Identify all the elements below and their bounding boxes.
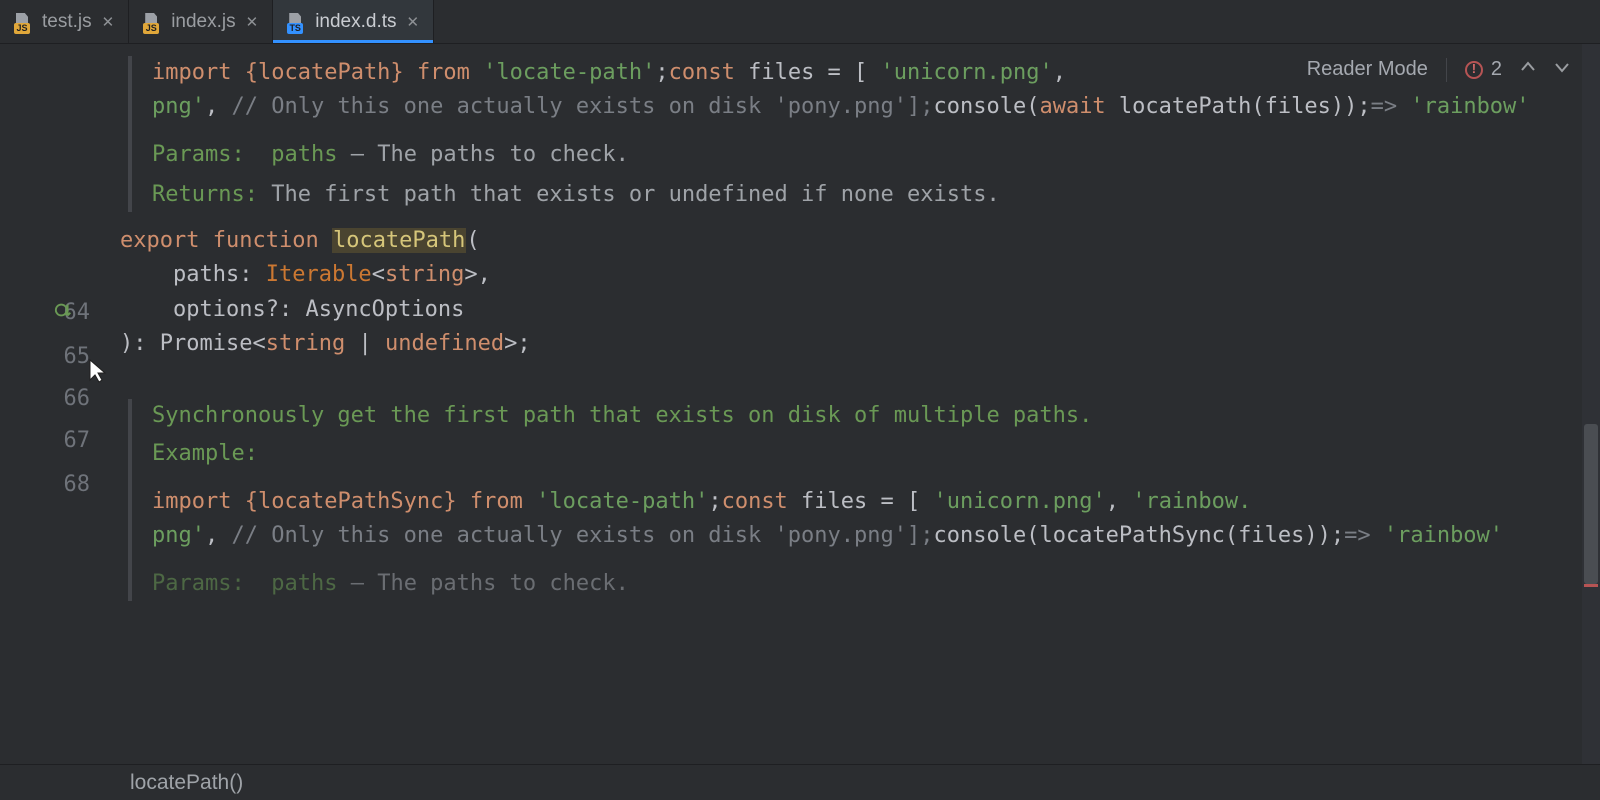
ts-file-icon — [287, 13, 305, 31]
close-icon[interactable]: ✕ — [246, 13, 259, 31]
close-icon[interactable]: ✕ — [407, 13, 420, 31]
recursive-call-icon[interactable] — [54, 300, 74, 320]
scrollbar-error-marker[interactable] — [1584, 584, 1598, 587]
jsdoc-summary: Synchronously get the first path that ex… — [152, 399, 1560, 433]
editor-tabbar: test.js ✕ index.js ✕ index.d.ts ✕ — [0, 0, 1600, 44]
js-file-icon — [14, 13, 32, 31]
breadcrumb[interactable]: locatePath() — [0, 764, 1600, 800]
breadcrumb-item[interactable]: locatePath() — [130, 771, 243, 795]
gutter[interactable]: 64 65 66 67 68 — [0, 44, 110, 764]
jsdoc-params: Params: paths – The paths to check. — [152, 138, 1560, 172]
close-icon[interactable]: ✕ — [102, 13, 115, 31]
jsdoc-example-label: Example: — [152, 437, 1560, 471]
js-file-icon — [143, 13, 161, 31]
jsdoc-returns: Returns: The first path that exists or u… — [152, 178, 1560, 212]
line-number: 68 — [64, 468, 91, 502]
line-number: 66 — [64, 382, 91, 416]
jsdoc-block: import {locatePath} from 'locate-path';c… — [128, 56, 1560, 212]
tab-label: index.d.ts — [315, 11, 396, 33]
code-area[interactable]: import {locatePath} from 'locate-path';c… — [110, 44, 1560, 764]
scrollbar-thumb[interactable] — [1584, 424, 1598, 584]
editor-scrollbar[interactable] — [1582, 44, 1600, 764]
jsdoc-block: Synchronously get the first path that ex… — [128, 399, 1560, 601]
tab-index-js[interactable]: index.js ✕ — [129, 0, 273, 43]
line-number: 65 — [64, 340, 91, 374]
tab-test-js[interactable]: test.js ✕ — [0, 0, 129, 43]
function-signature: export function locatePath( paths: Itera… — [120, 224, 1560, 360]
jsdoc-example: import {locatePathSync} from 'locate-pat… — [152, 485, 1560, 553]
tab-label: index.js — [171, 11, 235, 33]
jsdoc-example: import {locatePath} from 'locate-path';c… — [152, 56, 1560, 124]
jsdoc-params: Params: paths – The paths to check. — [152, 567, 1560, 601]
tab-label: test.js — [42, 11, 92, 33]
editor[interactable]: Reader Mode ! 2 64 65 66 67 68 import {l… — [0, 44, 1600, 764]
tab-index-d-ts[interactable]: index.d.ts ✕ — [273, 0, 434, 43]
line-number: 67 — [64, 424, 91, 458]
